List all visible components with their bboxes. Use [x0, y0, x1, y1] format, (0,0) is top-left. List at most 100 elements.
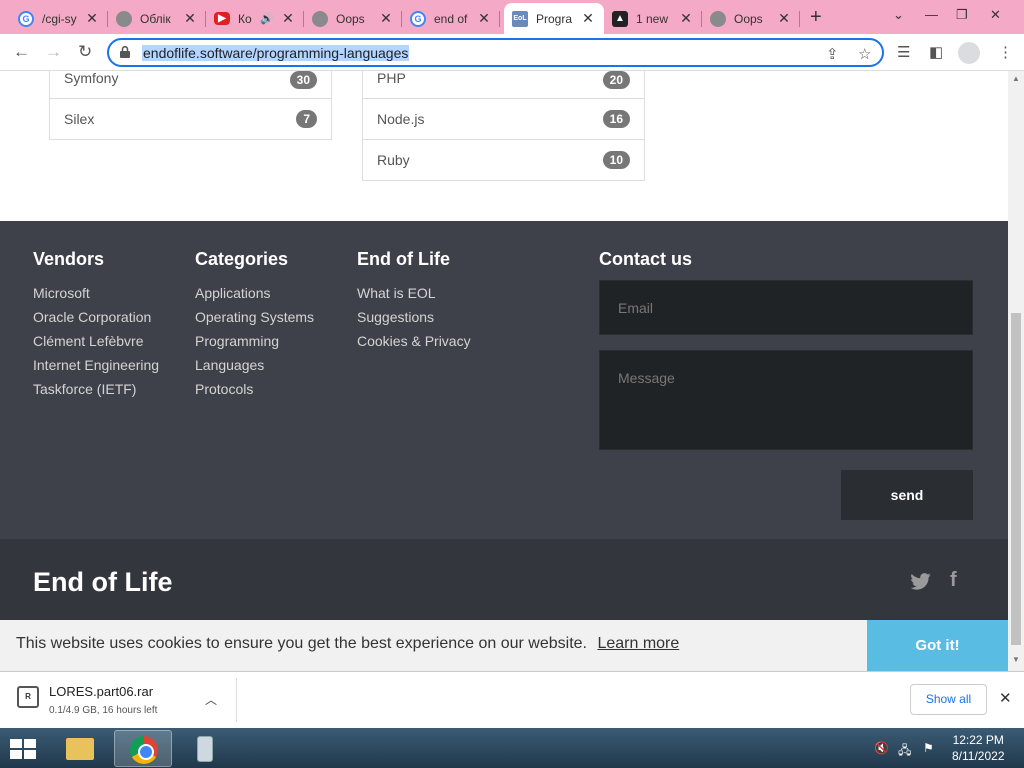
action-center-icon[interactable]: ⚑ [923, 741, 934, 755]
tab-5[interactable]: G end of ✕ [402, 3, 500, 34]
youtube-icon: ▶ [214, 12, 230, 25]
list-item[interactable]: PHP 20 [363, 71, 644, 98]
footer-link[interactable]: Languages [195, 353, 314, 377]
taskbar-chrome[interactable] [114, 730, 172, 767]
tab-7[interactable]: ▲ 1 new ✕ [604, 3, 702, 34]
google-icon: G [410, 10, 426, 27]
tab-title: Oops [734, 11, 763, 26]
footer-link[interactable]: Operating Systems [195, 305, 314, 329]
page-scrollbar[interactable]: ▲ ▼ [1008, 71, 1024, 671]
tab-8[interactable]: Oops ✕ [702, 3, 800, 34]
volume-muted-icon[interactable]: 🔇 [874, 741, 889, 755]
back-icon[interactable]: ← [13, 42, 30, 62]
footer-link[interactable]: Microsoft [33, 281, 159, 305]
clock-time: 12:22 PM [952, 733, 1004, 747]
speaker-icon[interactable]: 🔊 [260, 12, 274, 25]
close-icon[interactable]: ✕ [378, 10, 394, 27]
footer-link[interactable]: Protocols [195, 377, 314, 401]
message-field[interactable]: Message [599, 350, 973, 450]
close-icon[interactable]: ✕ [580, 10, 596, 27]
footer-link[interactable]: Taskforce (IETF) [33, 377, 159, 401]
footer-link[interactable]: Clément Lefèbvre [33, 329, 159, 353]
footer-link[interactable]: Programming [195, 329, 314, 353]
globe-icon [116, 10, 132, 27]
close-icon[interactable]: ✕ [182, 10, 198, 27]
close-icon[interactable]: ✕ [476, 10, 492, 27]
cookie-text: This website uses cookies to ensure you … [16, 635, 587, 652]
learn-more-link[interactable]: Learn more [597, 635, 679, 652]
folder-icon [66, 738, 94, 760]
reading-list-icon[interactable]: ☰ [897, 43, 910, 61]
tab-3[interactable]: ▶ Ко 🔊 ✕ [206, 3, 304, 34]
windows-taskbar: 🔇 🖧 ⚑ 12:22 PM 8/11/2022 [0, 728, 1024, 768]
footer-contact: Contact us [599, 249, 692, 281]
close-icon[interactable]: ✕ [84, 10, 100, 27]
google-icon: G [18, 10, 34, 27]
scroll-up-icon[interactable]: ▲ [1012, 74, 1020, 83]
footer-link[interactable]: Oracle Corporation [33, 305, 159, 329]
minimize-icon[interactable]: — [925, 7, 938, 22]
profile-avatar-icon[interactable] [958, 42, 980, 64]
tab-title: 1 new [636, 11, 669, 26]
forward-icon[interactable]: → [45, 42, 62, 62]
brand-logo[interactable]: End of Life [33, 567, 172, 598]
device-icon [197, 736, 213, 762]
windows-start-icon[interactable] [8, 737, 38, 761]
footer-link[interactable]: Applications [195, 281, 314, 305]
close-shelf-icon[interactable]: ✕ [999, 689, 1012, 707]
new-tab-icon[interactable]: + [810, 6, 822, 29]
got-it-button[interactable]: Got it! [867, 620, 1008, 671]
url-text[interactable]: endoflife.software/programming-languages [142, 45, 410, 61]
tab-1[interactable]: G /cgi-sy ✕ [10, 3, 108, 34]
tab-4[interactable]: Oops ✕ [304, 3, 402, 34]
menu-kebab-icon[interactable]: ⋮ [998, 43, 1013, 61]
footer-link[interactable]: Suggestions [357, 305, 471, 329]
system-clock[interactable]: 12:22 PM 8/11/2022 [952, 732, 1005, 764]
lock-icon[interactable] [120, 46, 130, 58]
email-field[interactable]: Email [599, 280, 973, 335]
reload-icon[interactable]: ↻ [78, 42, 92, 62]
count-badge: 30 [289, 71, 317, 89]
list-item[interactable]: Silex 7 [50, 98, 331, 139]
tab-2[interactable]: Облік ✕ [108, 3, 206, 34]
side-panel-icon[interactable]: ◧ [929, 43, 943, 61]
tab-6-active[interactable]: EoL Progra ✕ [504, 3, 604, 34]
footer-link[interactable]: What is EOL [357, 281, 471, 305]
scroll-down-icon[interactable]: ▼ [1012, 655, 1020, 664]
taskbar-device[interactable] [176, 730, 234, 767]
close-icon[interactable]: ✕ [776, 10, 792, 27]
restore-icon[interactable]: ❐ [956, 7, 968, 23]
taskbar-explorer[interactable] [50, 730, 108, 767]
close-icon[interactable]: ✕ [280, 10, 296, 27]
list-item[interactable]: Node.js 16 [363, 98, 644, 139]
address-bar[interactable]: endoflife.software/programming-languages… [107, 38, 884, 67]
framework-list: Symfony 30 Silex 7 [49, 71, 332, 140]
footer-heading: Contact us [599, 249, 693, 269]
list-item-label: Silex [64, 111, 95, 127]
window-close-icon[interactable]: ✕ [990, 7, 1001, 23]
endoflife-icon: EoL [512, 10, 528, 27]
list-item[interactable]: Ruby 10 [363, 139, 644, 180]
facebook-icon[interactable]: f [950, 569, 957, 592]
tab-title: /cgi-sy [42, 11, 77, 26]
list-item-label: Node.js [377, 111, 425, 127]
show-all-button[interactable]: Show all [910, 684, 987, 715]
count-badge: 7 [296, 110, 317, 128]
bookmark-star-icon[interactable]: ☆ [858, 45, 871, 63]
network-icon[interactable]: 🖧 [898, 741, 911, 762]
tab-search-icon[interactable]: ⌄ [893, 7, 904, 23]
cloud-icon: ▲ [612, 10, 628, 27]
scrollbar-thumb[interactable] [1011, 313, 1021, 645]
tab-strip: G /cgi-sy ✕ Облік ✕ ▶ Ко 🔊 ✕ Oops ✕ G en… [0, 0, 1024, 34]
send-button[interactable]: send [841, 470, 973, 520]
close-icon[interactable]: ✕ [678, 10, 694, 27]
footer-link[interactable]: Internet Engineering [33, 353, 159, 377]
twitter-icon[interactable] [910, 573, 931, 590]
footer-categories: Categories Applications Operating System… [195, 249, 314, 401]
share-icon[interactable]: ⇪ [826, 45, 839, 63]
list-item-label: Ruby [377, 152, 410, 168]
footer-link[interactable]: Cookies & Privacy [357, 329, 471, 353]
download-filename[interactable]: LORES.part06.rar [49, 684, 153, 699]
list-item[interactable]: Symfony 30 [50, 71, 331, 98]
chevron-up-icon[interactable]: ︿ [205, 691, 217, 708]
